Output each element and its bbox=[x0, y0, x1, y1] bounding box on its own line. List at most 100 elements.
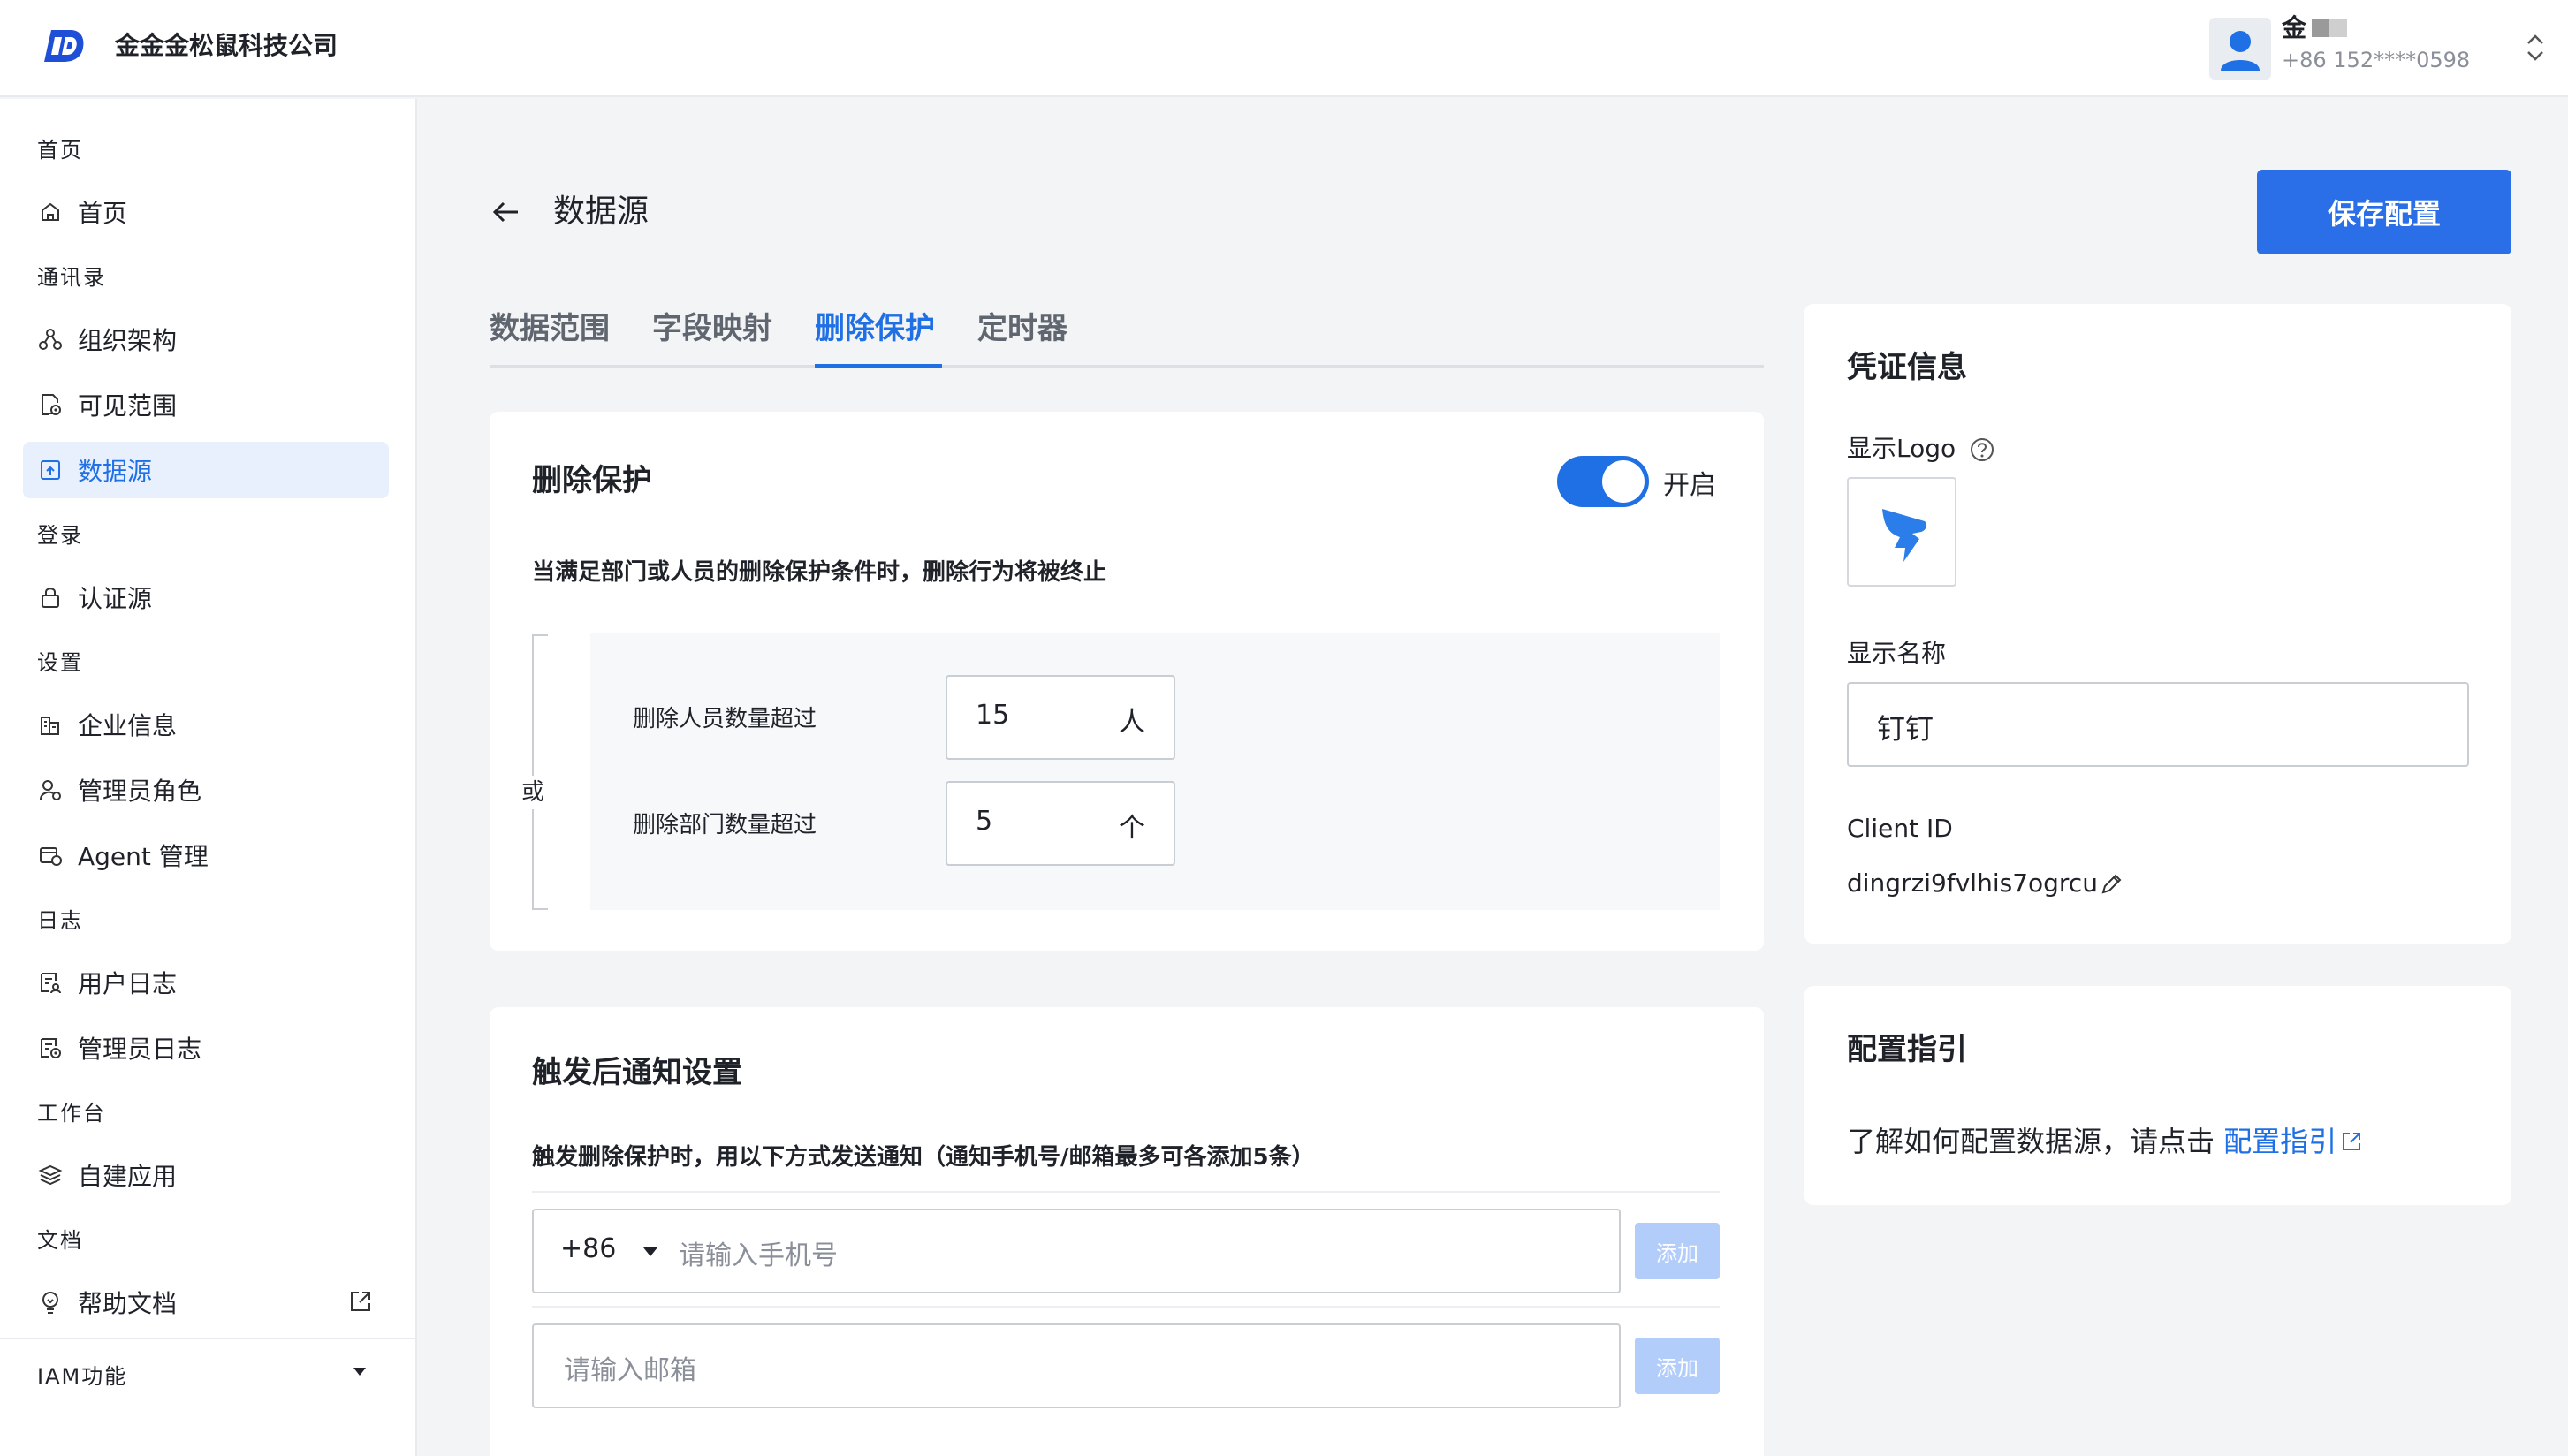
user-avatar-icon bbox=[2221, 31, 2260, 71]
sidebar-group-home: 首页 bbox=[37, 138, 83, 163]
divider bbox=[532, 1191, 1720, 1193]
sidebar-item-user-log[interactable]: 用户日志 bbox=[23, 954, 389, 1011]
sidebar-item-custom-apps[interactable]: 自建应用 bbox=[23, 1147, 389, 1203]
add-phone-button[interactable]: 添加 bbox=[1635, 1223, 1720, 1279]
user-name: 金 bbox=[2282, 12, 2348, 44]
sidebar-item-company-info[interactable]: 企业信息 bbox=[23, 696, 389, 753]
display-logo-upload[interactable] bbox=[1847, 477, 1956, 587]
tab-bar: 数据范围 字段映射 删除保护 定时器 bbox=[490, 300, 1764, 368]
sidebar-group-docs: 文档 bbox=[37, 1228, 83, 1253]
display-name-label: 显示名称 bbox=[1847, 639, 1947, 668]
display-name-value: 钉钉 bbox=[1877, 712, 1934, 746]
display-name-input[interactable]: 钉钉 bbox=[1847, 682, 2469, 767]
dingtalk-logo-icon bbox=[1882, 509, 1927, 562]
page-title: 数据源 bbox=[553, 193, 650, 230]
user-count-value: 15 bbox=[976, 700, 1010, 731]
email-input[interactable]: 请输入邮箱 bbox=[564, 1348, 696, 1387]
user-count-unit: 人 bbox=[1119, 707, 1145, 738]
tab-data-scope[interactable]: 数据范围 bbox=[490, 307, 610, 350]
iam-menu[interactable]: IAM功能 bbox=[37, 1359, 127, 1390]
logo-label: 显示Logo bbox=[1847, 434, 1956, 463]
sidebar-group-workbench: 工作台 bbox=[37, 1101, 106, 1126]
delete-protection-toggle[interactable] bbox=[1557, 456, 1649, 507]
top-header: 金金金松鼠科技公司 金 +86 152****0598 bbox=[0, 0, 2568, 97]
notification-title: 触发后通知设置 bbox=[532, 1055, 742, 1090]
sidebar-item-label: 企业信息 bbox=[78, 711, 178, 740]
delete-protection-title: 删除保护 bbox=[532, 463, 652, 498]
notification-description: 触发删除保护时，用以下方式发送通知（通知手机号/邮箱最多可各添加5条） bbox=[532, 1144, 1315, 1171]
edit-pencil-icon[interactable] bbox=[2098, 871, 2124, 898]
sidebar-group-settings: 设置 bbox=[37, 650, 83, 675]
sidebar-item-org-structure[interactable]: 组织架构 bbox=[23, 311, 389, 368]
tab-field-mapping[interactable]: 字段映射 bbox=[652, 307, 772, 350]
sidebar-item-label: 可见范围 bbox=[78, 391, 178, 421]
caret-down-icon[interactable] bbox=[643, 1247, 657, 1256]
agent-icon bbox=[37, 842, 64, 868]
user-name-text: 金 bbox=[2282, 13, 2307, 42]
department-count-value: 5 bbox=[976, 806, 993, 837]
client-id-label: Client ID bbox=[1847, 814, 1953, 843]
sidebar: 首页 首页 通讯录 组织架构 可见范围 数据源 登录 认证源 设置 企业信息 管… bbox=[0, 99, 417, 1456]
guide-card bbox=[1804, 986, 2511, 1205]
credentials-title: 凭证信息 bbox=[1847, 350, 1967, 385]
data-source-icon bbox=[37, 457, 64, 483]
tab-timer[interactable]: 定时器 bbox=[977, 307, 1067, 350]
sidebar-item-admin-log[interactable]: 管理员日志 bbox=[23, 1020, 389, 1076]
client-id-value: dingrzi9fvlhis7ogrcu bbox=[1847, 868, 2098, 898]
department-count-unit: 个 bbox=[1119, 813, 1145, 844]
sidebar-item-label: Agent 管理 bbox=[78, 842, 209, 871]
or-label: 或 bbox=[521, 776, 545, 809]
sidebar-item-visibility-scope[interactable]: 可见范围 bbox=[23, 376, 389, 433]
help-circle-icon[interactable] bbox=[1969, 436, 1995, 463]
config-guide-link[interactable]: 配置指引 bbox=[2223, 1125, 2336, 1158]
sidebar-item-label: 数据源 bbox=[78, 457, 153, 486]
sidebar-item-agent[interactable]: Agent 管理 bbox=[23, 827, 389, 883]
caret-down-icon[interactable] bbox=[353, 1368, 366, 1376]
sidebar-item-data-source[interactable]: 数据源 bbox=[23, 442, 389, 498]
credentials-card bbox=[1804, 304, 2511, 944]
company-name: 金金金松鼠科技公司 bbox=[115, 31, 338, 60]
sidebar-item-help-docs[interactable]: 帮助文档 bbox=[23, 1274, 389, 1331]
save-config-button[interactable]: 保存配置 bbox=[2257, 170, 2511, 254]
redacted-name-mark bbox=[2312, 19, 2348, 37]
phone-input[interactable]: 请输入手机号 bbox=[679, 1233, 838, 1272]
department-count-input[interactable]: 5 个 bbox=[946, 781, 1175, 866]
delete-protection-description: 当满足部门或人员的删除保护条件时，删除行为将被终止 bbox=[532, 559, 1107, 586]
lock-icon bbox=[37, 584, 64, 610]
account-switch-icon[interactable] bbox=[2524, 30, 2547, 65]
sidebar-item-label: 认证源 bbox=[78, 584, 153, 613]
sidebar-group-login: 登录 bbox=[37, 523, 83, 548]
external-link-icon bbox=[351, 1292, 370, 1311]
phone-input-group: +86 请输入手机号 bbox=[532, 1209, 1621, 1293]
condition-label-departments: 删除部门数量超过 bbox=[633, 812, 817, 838]
sidebar-item-admin-role[interactable]: 管理员角色 bbox=[23, 762, 389, 818]
condition-label-users: 删除人员数量超过 bbox=[633, 706, 817, 732]
tab-delete-protection[interactable]: 删除保护 bbox=[815, 307, 935, 350]
external-link-icon[interactable] bbox=[2340, 1130, 2363, 1153]
user-log-icon bbox=[37, 969, 64, 996]
sidebar-group-contacts: 通讯录 bbox=[37, 265, 106, 290]
sidebar-item-auth-source[interactable]: 认证源 bbox=[23, 569, 389, 626]
sidebar-item-label: 首页 bbox=[78, 199, 128, 228]
home-icon bbox=[37, 199, 64, 225]
country-code-select[interactable]: +86 bbox=[560, 1233, 616, 1264]
back-arrow-icon[interactable] bbox=[488, 194, 523, 230]
add-email-button[interactable]: 添加 bbox=[1635, 1338, 1720, 1394]
avatar[interactable] bbox=[2209, 18, 2271, 80]
layers-icon bbox=[37, 1162, 64, 1188]
sidebar-divider bbox=[0, 1338, 417, 1339]
active-tab-indicator bbox=[815, 364, 942, 368]
sidebar-item-home[interactable]: 首页 bbox=[23, 184, 389, 240]
toggle-knob bbox=[1602, 460, 1645, 503]
sidebar-item-label: 管理员角色 bbox=[78, 777, 202, 806]
guide-text-body: 了解如何配置数据源，请点击 bbox=[1847, 1125, 2224, 1158]
sidebar-item-label: 管理员日志 bbox=[78, 1035, 202, 1064]
email-input-group: 请输入邮箱 bbox=[532, 1323, 1621, 1408]
user-count-input[interactable]: 15 人 bbox=[946, 675, 1175, 760]
guide-text: 了解如何配置数据源，请点击 配置指引 bbox=[1847, 1122, 2363, 1161]
sidebar-item-label: 组织架构 bbox=[78, 326, 178, 355]
sidebar-item-label: 自建应用 bbox=[78, 1162, 178, 1191]
guide-title: 配置指引 bbox=[1847, 1032, 1967, 1067]
admin-role-icon bbox=[37, 777, 64, 803]
sidebar-group-logs: 日志 bbox=[37, 908, 83, 933]
